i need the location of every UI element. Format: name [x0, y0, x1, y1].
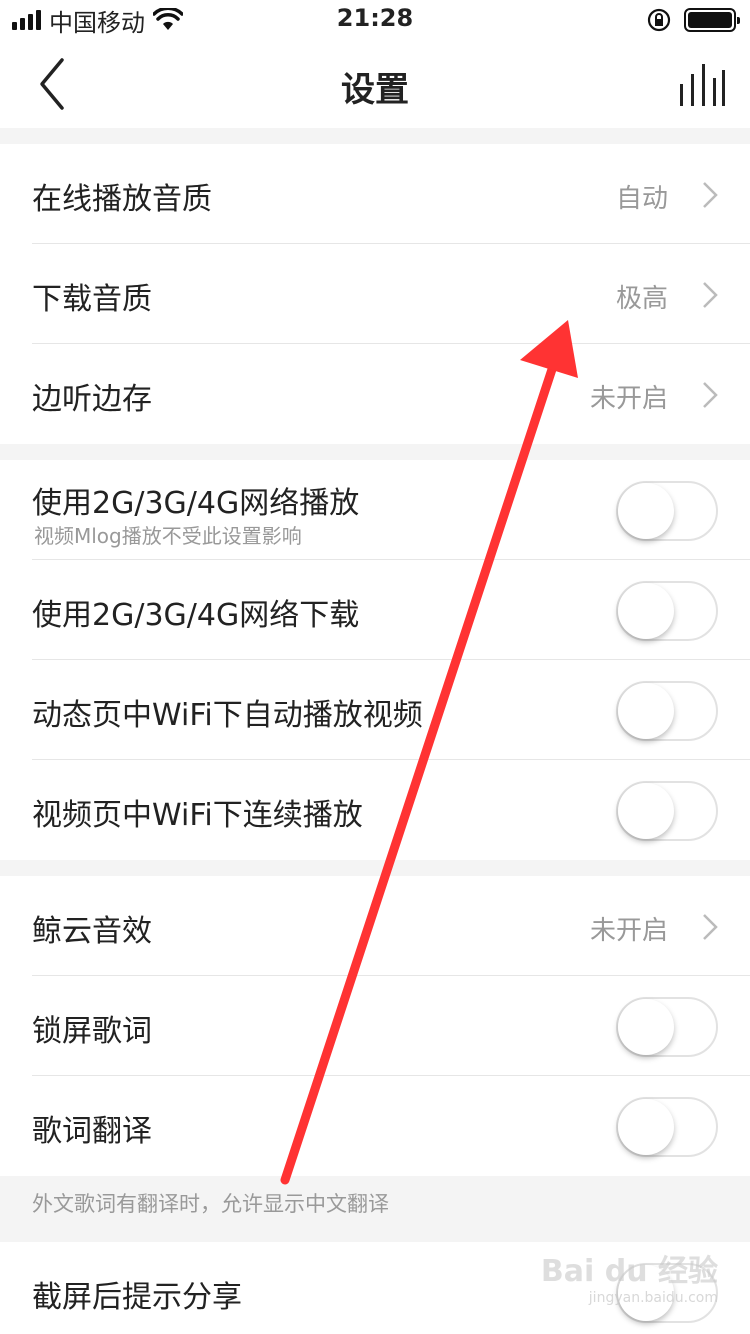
- setting-title: 截屏后提示分享: [32, 1280, 242, 1315]
- mobile-play-toggle[interactable]: [616, 481, 718, 541]
- setting-title: 使用2G/3G/4G网络播放: [32, 486, 360, 521]
- settings-group-network: 使用2G/3G/4G网络播放 视频Mlog播放不受此设置影响 使用2G/3G/4…: [0, 460, 750, 860]
- setting-title: 锁屏歌词: [32, 1014, 152, 1049]
- setting-row-feed-autoplay-video: 动态页中WiFi下自动播放视频: [0, 660, 750, 760]
- rotation-lock-icon: [647, 8, 671, 32]
- setting-value: 极高: [615, 284, 668, 314]
- settings-group-quality: 在线播放音质 自动 下载音质 极高 边听边存 未开启: [0, 144, 750, 444]
- setting-row-mobile-play: 使用2G/3G/4G网络播放 视频Mlog播放不受此设置影响: [0, 460, 750, 560]
- setting-row-video-continuous-play: 视频页中WiFi下连续播放: [0, 760, 750, 860]
- setting-row-mobile-download: 使用2G/3G/4G网络下载: [0, 560, 750, 660]
- setting-value: 自动: [615, 184, 668, 214]
- setting-title: 使用2G/3G/4G网络下载: [32, 598, 360, 633]
- setting-value: 未开启: [589, 384, 668, 414]
- chevron-right-icon: [703, 914, 718, 940]
- status-right: [646, 6, 740, 34]
- setting-title: 视频页中WiFi下连续播放: [32, 798, 363, 833]
- watermark-main: Bai du 经验: [540, 1254, 718, 1289]
- setting-title: 歌词翻译: [32, 1114, 152, 1149]
- setting-title: 边听边存: [32, 382, 152, 417]
- playing-indicator-button[interactable]: [676, 62, 726, 112]
- battery-icon: [684, 8, 740, 32]
- setting-row-lyrics-translation: 歌词翻译: [0, 1076, 750, 1176]
- setting-row-cache-while-listening[interactable]: 边听边存 未开启: [0, 344, 750, 444]
- setting-row-lockscreen-lyrics: 锁屏歌词: [0, 976, 750, 1076]
- setting-row-online-quality[interactable]: 在线播放音质 自动: [0, 144, 750, 244]
- page-title: 设置: [341, 70, 409, 110]
- chevron-right-icon: [703, 382, 718, 408]
- setting-row-download-quality[interactable]: 下载音质 极高: [0, 244, 750, 344]
- setting-title: 动态页中WiFi下自动播放视频: [32, 698, 423, 733]
- setting-row-sound-effect[interactable]: 鲸云音效 未开启: [0, 876, 750, 976]
- continuous-play-toggle[interactable]: [616, 781, 718, 841]
- mobile-download-toggle[interactable]: [616, 581, 718, 641]
- lyrics-translation-footnote: 外文歌词有翻译时，允许显示中文翻译: [32, 1192, 389, 1216]
- settings-group-lyrics: 鲸云音效 未开启 锁屏歌词 歌词翻译: [0, 876, 750, 1176]
- status-bar: 中国移动 21:28: [0, 0, 750, 40]
- watermark-sub: jingyan.baidu.com: [588, 1290, 718, 1306]
- watermark-logo: Bai du 经验 jingyan.baidu.com: [541, 1246, 718, 1306]
- equalizer-bars-icon: [680, 64, 725, 106]
- lockscreen-lyrics-toggle[interactable]: [616, 997, 718, 1057]
- setting-title: 下载音质: [32, 282, 152, 317]
- setting-title: 在线播放音质: [32, 182, 212, 217]
- chevron-right-icon: [703, 182, 718, 208]
- setting-title: 鲸云音效: [32, 914, 152, 949]
- nav-bar: 设置: [0, 40, 750, 128]
- setting-value: 未开启: [589, 916, 668, 946]
- status-time: 21:28: [336, 4, 414, 32]
- feed-autoplay-toggle[interactable]: [616, 681, 718, 741]
- setting-subtitle: 视频Mlog播放不受此设置影响: [34, 524, 302, 548]
- chevron-right-icon: [703, 282, 718, 308]
- lyrics-translation-toggle[interactable]: [616, 1097, 718, 1157]
